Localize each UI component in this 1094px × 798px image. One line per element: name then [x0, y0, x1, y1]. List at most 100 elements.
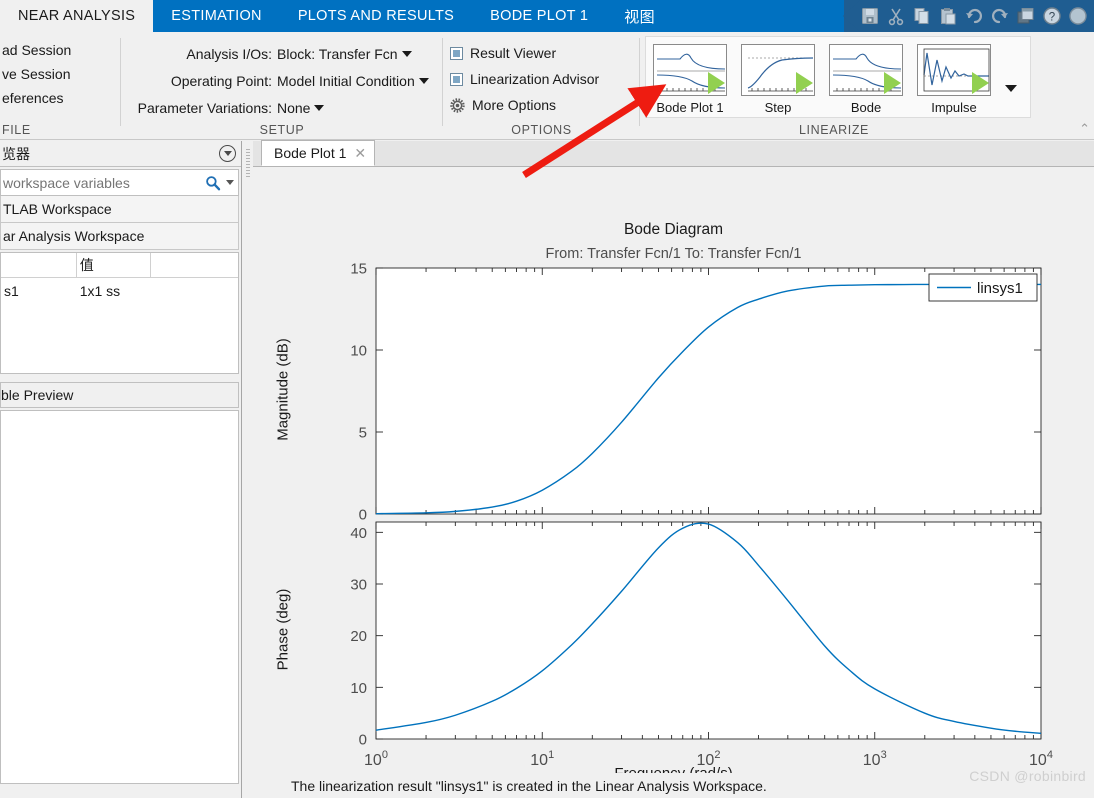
ribbon-tab-plots-and-results[interactable]: PLOTS AND RESULTS [280, 0, 472, 32]
operating-point-value: Model Initial Condition [277, 72, 415, 89]
option-result-viewer[interactable]: Result Viewer [444, 40, 639, 66]
variable-preview-body [0, 410, 239, 784]
bode-plot-figure[interactable]: Bode Diagram From: Transfer Fcn/1 To: Tr… [253, 167, 1094, 782]
ribbon-tab-estimation[interactable]: ESTIMATION [153, 0, 280, 32]
svg-text:40: 40 [350, 525, 367, 542]
file-item-load-session[interactable]: ad Session [0, 38, 120, 62]
chevron-down-icon[interactable] [418, 77, 429, 84]
column-header-extra[interactable] [151, 253, 238, 277]
search-icon[interactable] [205, 175, 221, 191]
ribbon-tab-bode-plot-1[interactable]: BODE PLOT 1 [472, 0, 606, 32]
analysis-ios-label: Analysis I/Os: [186, 45, 272, 62]
linearize-button-impulse[interactable]: Impulse [910, 37, 998, 115]
linearize-button-bode[interactable]: Bode [822, 37, 910, 115]
svg-text:10: 10 [350, 343, 367, 360]
search-input[interactable] [1, 174, 205, 191]
run-icon [884, 72, 901, 94]
ribbon-separator [639, 38, 640, 126]
svg-text:?: ? [1049, 12, 1055, 24]
ribbon-tab-view[interactable]: 视图 [606, 0, 673, 32]
operating-point-dropdown[interactable]: Model Initial Condition [277, 73, 429, 89]
ribbon-separator [442, 38, 443, 126]
workspace-item-linear-analysis[interactable]: ar Analysis Workspace [0, 223, 239, 250]
parameter-variations-dropdown[interactable]: None [277, 99, 325, 116]
table-row[interactable]: s1 1x1 ss [1, 278, 238, 303]
help-dropdown-icon[interactable] [1068, 6, 1088, 26]
option-linearization-advisor-label: Linearization Advisor [470, 71, 600, 87]
workspace-browser-panel: 览器 TLAB Workspace ar Analysis Workspace … [0, 141, 242, 798]
layout-icon[interactable] [1016, 6, 1036, 26]
ribbon-group-label-setup: SETUP [259, 123, 305, 137]
phase-axis-label: Phase (deg) [274, 588, 292, 670]
chevron-down-icon[interactable] [1005, 84, 1017, 92]
svg-text:20: 20 [350, 628, 367, 645]
gear-icon[interactable] [450, 97, 465, 113]
option-linearization-advisor[interactable]: Linearization Advisor [444, 66, 639, 92]
document-tab-label: Bode Plot 1 [274, 145, 347, 161]
column-header-name[interactable] [1, 253, 77, 277]
close-icon[interactable]: ✕ [354, 146, 366, 160]
document-tab-bode-plot-1[interactable]: Bode Plot 1 ✕ [261, 140, 376, 166]
impulse-thumb-icon [917, 44, 991, 96]
column-header-value[interactable]: 值 [77, 253, 152, 277]
ribbon-separator [120, 38, 121, 126]
chevron-down-icon[interactable] [401, 50, 412, 57]
setup-row-operating-point: Operating Point: Model Initial Condition [122, 67, 442, 94]
analysis-ios-dropdown[interactable]: Block: Transfer Fcn [277, 46, 412, 62]
chevron-down-icon[interactable] [314, 104, 325, 111]
svg-text:linsys1: linsys1 [977, 280, 1023, 297]
ribbon-group-label-options: OPTIONS [511, 123, 572, 137]
linearize-button-step[interactable]: Step [734, 37, 822, 115]
redo-icon[interactable] [990, 6, 1010, 26]
variable-preview-header: ble Preview [0, 382, 239, 408]
run-icon [972, 72, 989, 94]
cut-icon[interactable] [886, 6, 906, 26]
cell-variable-name: s1 [4, 282, 19, 299]
linearize-more-button[interactable] [998, 84, 1024, 92]
copy-icon[interactable] [912, 6, 932, 26]
panel-splitter[interactable] [243, 141, 253, 798]
splitter-grip-icon[interactable] [246, 149, 250, 179]
status-message: The linearization result "linsys1" is cr… [291, 777, 767, 794]
svg-text:0: 0 [359, 732, 367, 749]
watermark: CSDN @robinbird [969, 768, 1086, 784]
svg-text:5: 5 [359, 425, 367, 442]
svg-text:15: 15 [350, 261, 367, 278]
checkbox-icon[interactable] [450, 46, 463, 60]
linearize-label-step: Step [764, 100, 792, 115]
ribbon-group-linearize: Bode Plot 1 Step Bode Impulse LINEARIZE [641, 32, 1031, 139]
cell-variable-value: 1x1 ss [79, 282, 121, 299]
chevron-down-icon[interactable] [226, 180, 234, 185]
panel-title: 览器 [2, 145, 30, 162]
svg-text:30: 30 [350, 577, 367, 594]
chart-title: Bode Diagram [623, 221, 724, 238]
file-item-save-session[interactable]: ve Session [0, 62, 120, 86]
save-icon[interactable] [860, 6, 880, 26]
ribbon-collapse-button[interactable]: ⌃ [1079, 121, 1090, 137]
ribbon-group-label-file: FILE [2, 123, 31, 137]
linearize-label-bode-plot-1: Bode Plot 1 [656, 100, 724, 115]
ribbon-group-file: ad Session ve Session eferences FILE [0, 32, 120, 139]
paste-icon[interactable] [938, 6, 958, 26]
table-header-row: 值 [1, 253, 238, 278]
ribbon-tab-bar: NEAR ANALYSIS ESTIMATION PLOTS AND RESUL… [0, 0, 1094, 32]
variables-table[interactable]: 值 s1 1x1 ss [0, 252, 239, 374]
panel-header: 览器 [0, 141, 241, 167]
linearize-button-bode-plot-1[interactable]: Bode Plot 1 [646, 37, 734, 115]
operating-point-label: Operating Point: [170, 72, 272, 89]
undo-icon[interactable] [964, 6, 984, 26]
search-box[interactable] [0, 169, 239, 196]
ribbon-tab-linear-analysis[interactable]: NEAR ANALYSIS [0, 0, 154, 32]
setup-row-analysis-ios: Analysis I/Os: Block: Transfer Fcn [122, 40, 442, 67]
quick-access-toolbar: ? [844, 0, 1094, 32]
workspace-item-matlab[interactable]: TLAB Workspace [0, 196, 239, 223]
file-item-preferences[interactable]: eferences [0, 86, 120, 110]
linearize-label-impulse: Impulse [931, 100, 977, 115]
parameter-variations-value: None [277, 99, 311, 116]
ribbon-body: ad Session ve Session eferences FILE Ana… [0, 32, 1094, 140]
panel-collapse-icon[interactable] [219, 145, 236, 162]
analysis-ios-value: Block: Transfer Fcn [277, 45, 398, 62]
checkbox-icon[interactable] [450, 72, 463, 86]
option-more-options[interactable]: More Options [444, 92, 639, 118]
help-icon[interactable]: ? [1042, 6, 1062, 26]
